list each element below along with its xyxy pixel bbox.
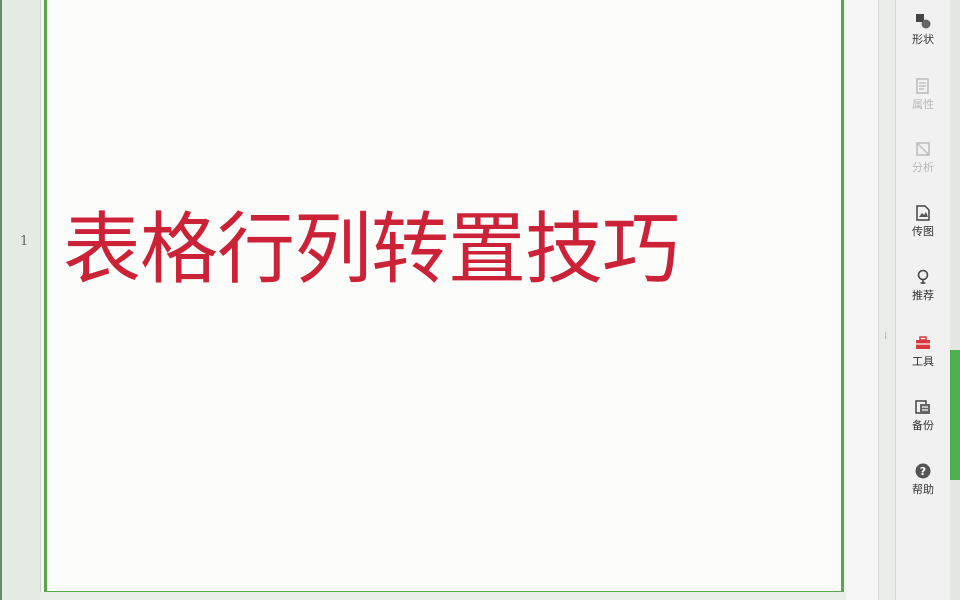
tool-toolbox[interactable]: 工具 bbox=[896, 334, 950, 394]
tool-analyze-label: 分析 bbox=[912, 161, 934, 174]
backup-icon bbox=[915, 400, 930, 414]
tool-recommend-label: 推荐 bbox=[912, 289, 934, 302]
upload-image-icon bbox=[916, 205, 930, 221]
slide-canvas[interactable]: 表格行列转置技巧 bbox=[44, 0, 844, 594]
help-icon: ? bbox=[915, 463, 931, 479]
svg-text:?: ? bbox=[920, 465, 926, 478]
analyze-icon bbox=[916, 142, 930, 156]
canvas-right-margin bbox=[846, 0, 876, 600]
tool-recommend[interactable]: 推荐 bbox=[896, 268, 950, 328]
tool-help-label: 帮助 bbox=[912, 483, 934, 496]
recommend-icon bbox=[917, 269, 929, 284]
slide-title-text[interactable]: 表格行列转置技巧 bbox=[63, 195, 841, 305]
shapes-icon bbox=[916, 14, 931, 29]
tool-properties[interactable]: 属性 bbox=[896, 77, 950, 137]
panel-scroll-track bbox=[950, 0, 960, 350]
slide-thumbnail-ruler: 1 bbox=[2, 0, 41, 600]
tool-help[interactable]: ? 帮助 bbox=[896, 462, 950, 522]
tool-backup-label: 备份 bbox=[912, 419, 934, 432]
panel-splitter[interactable]: ⁞ bbox=[878, 0, 896, 600]
tool-properties-label: 属性 bbox=[912, 98, 934, 111]
tool-backup[interactable]: 备份 bbox=[896, 398, 950, 458]
tool-upload-image-label: 传图 bbox=[912, 225, 934, 238]
tool-shapes[interactable]: 形状 bbox=[896, 12, 950, 72]
panel-scroll-track-lower bbox=[950, 480, 960, 600]
tool-shapes-label: 形状 bbox=[912, 33, 934, 46]
right-tool-panel: 形状 属性 分析 传图 推荐 工具 备份 ? 帮助 bbox=[896, 0, 950, 600]
slide-number: 1 bbox=[20, 234, 29, 249]
tool-upload-image[interactable]: 传图 bbox=[896, 204, 950, 264]
splitter-grip-icon[interactable]: ⁞ bbox=[884, 332, 890, 346]
bottom-bar bbox=[40, 592, 870, 600]
tool-analyze[interactable]: 分析 bbox=[896, 140, 950, 200]
properties-icon bbox=[916, 78, 929, 94]
toolbox-icon bbox=[916, 336, 930, 349]
tool-toolbox-label: 工具 bbox=[912, 355, 934, 368]
panel-scroll-thumb[interactable] bbox=[950, 350, 960, 480]
